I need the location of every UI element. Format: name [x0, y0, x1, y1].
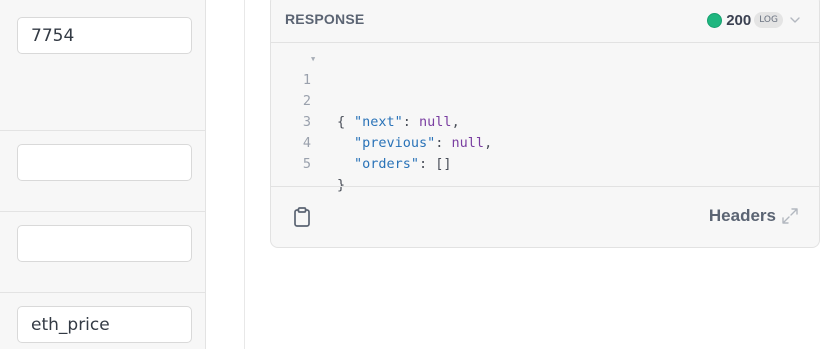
row-divider: [0, 130, 205, 131]
column-divider: [244, 0, 245, 349]
code-text: "orders": []: [354, 156, 452, 172]
response-header: RESPONSE 200 LOG: [271, 1, 819, 43]
status-code: 200: [726, 11, 752, 29]
response-card: RESPONSE 200 LOG 1 ▼ { 2 "next": null, 3…: [270, 0, 820, 248]
code-line: 5 }: [271, 133, 819, 193]
status-dot-icon: [707, 12, 723, 28]
response-body: 1 ▼ { 2 "next": null, 3 "previous": null…: [271, 44, 819, 193]
params-panel: [0, 0, 206, 349]
line-number: 5: [302, 156, 311, 172]
code-line: 4 "orders": []: [271, 112, 819, 172]
response-title: RESPONSE: [285, 11, 365, 27]
json-value: []: [435, 156, 452, 172]
param-input-2[interactable]: [17, 144, 192, 181]
clipboard-icon[interactable]: [293, 207, 311, 227]
param-input-4[interactable]: [17, 306, 192, 343]
param-input-1[interactable]: [17, 17, 192, 54]
param-input-3[interactable]: [17, 225, 192, 262]
response-footer: Headers: [271, 186, 819, 247]
chevron-down-icon[interactable]: [789, 14, 801, 26]
status-toggle[interactable]: 200 LOG: [707, 10, 801, 30]
code-line: 3 "previous": null,: [271, 91, 819, 151]
row-divider: [0, 292, 205, 293]
code-line: 2 "next": null,: [271, 70, 819, 130]
expand-icon: [782, 208, 798, 224]
fold-arrow-icon[interactable]: ▼: [311, 49, 315, 70]
headers-button[interactable]: Headers: [709, 206, 799, 226]
json-key: "orders": [354, 156, 420, 172]
row-divider: [0, 211, 205, 212]
log-badge[interactable]: LOG: [754, 12, 783, 28]
headers-label: Headers: [708, 206, 776, 225]
code-line: 1 ▼ {: [271, 49, 819, 130]
